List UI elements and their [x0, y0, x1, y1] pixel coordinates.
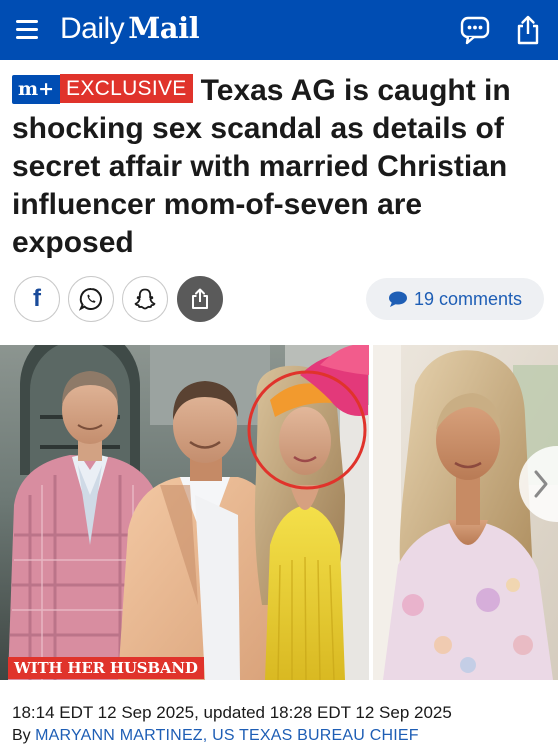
- mail-plus-badge: m+: [12, 75, 61, 104]
- site-logo[interactable]: Daily Mail: [60, 11, 200, 46]
- share-icon[interactable]: [512, 14, 544, 46]
- author-link[interactable]: MARYANN MARTINEZ, US TEXAS BUREAU CHIEF: [35, 727, 419, 744]
- logo-mail-text: Mail: [128, 11, 200, 45]
- facebook-share-button[interactable]: f: [14, 276, 60, 322]
- site-header: Daily Mail: [0, 0, 558, 60]
- menu-icon[interactable]: [16, 18, 38, 40]
- chat-bubble-icon[interactable]: [459, 14, 491, 46]
- article-headline: m+ EXCLUSIVE Texas AG is caught in shockin…: [12, 72, 548, 262]
- article-photo-main[interactable]: [0, 345, 369, 680]
- byline-prefix: By: [12, 727, 31, 744]
- comments-button[interactable]: 19 comments: [366, 278, 544, 320]
- whatsapp-share-button[interactable]: [68, 276, 114, 322]
- comments-count: 19 comments: [413, 288, 523, 309]
- facebook-icon: f: [33, 285, 41, 312]
- comment-bubble-icon: [388, 291, 407, 307]
- whatsapp-icon: [78, 287, 102, 311]
- more-share-button[interactable]: [177, 276, 223, 322]
- snapchat-share-button[interactable]: [122, 276, 168, 322]
- photo-caption-tag: WITH HER HUSBAND: [8, 657, 204, 679]
- chevron-right-icon: [534, 470, 548, 498]
- exclusive-badge: EXCLUSIVE: [60, 74, 193, 103]
- article-timestamp: 18:14 EDT 12 Sep 2025, updated 18:28 EDT…: [12, 703, 452, 722]
- gallery-next-button[interactable]: [519, 446, 558, 522]
- article-byline: By MARYANN MARTINEZ, US TEXAS BUREAU CHI…: [12, 727, 419, 745]
- share-icon: [192, 288, 208, 309]
- snapchat-icon: [134, 288, 156, 310]
- logo-daily-text: Daily: [60, 12, 125, 45]
